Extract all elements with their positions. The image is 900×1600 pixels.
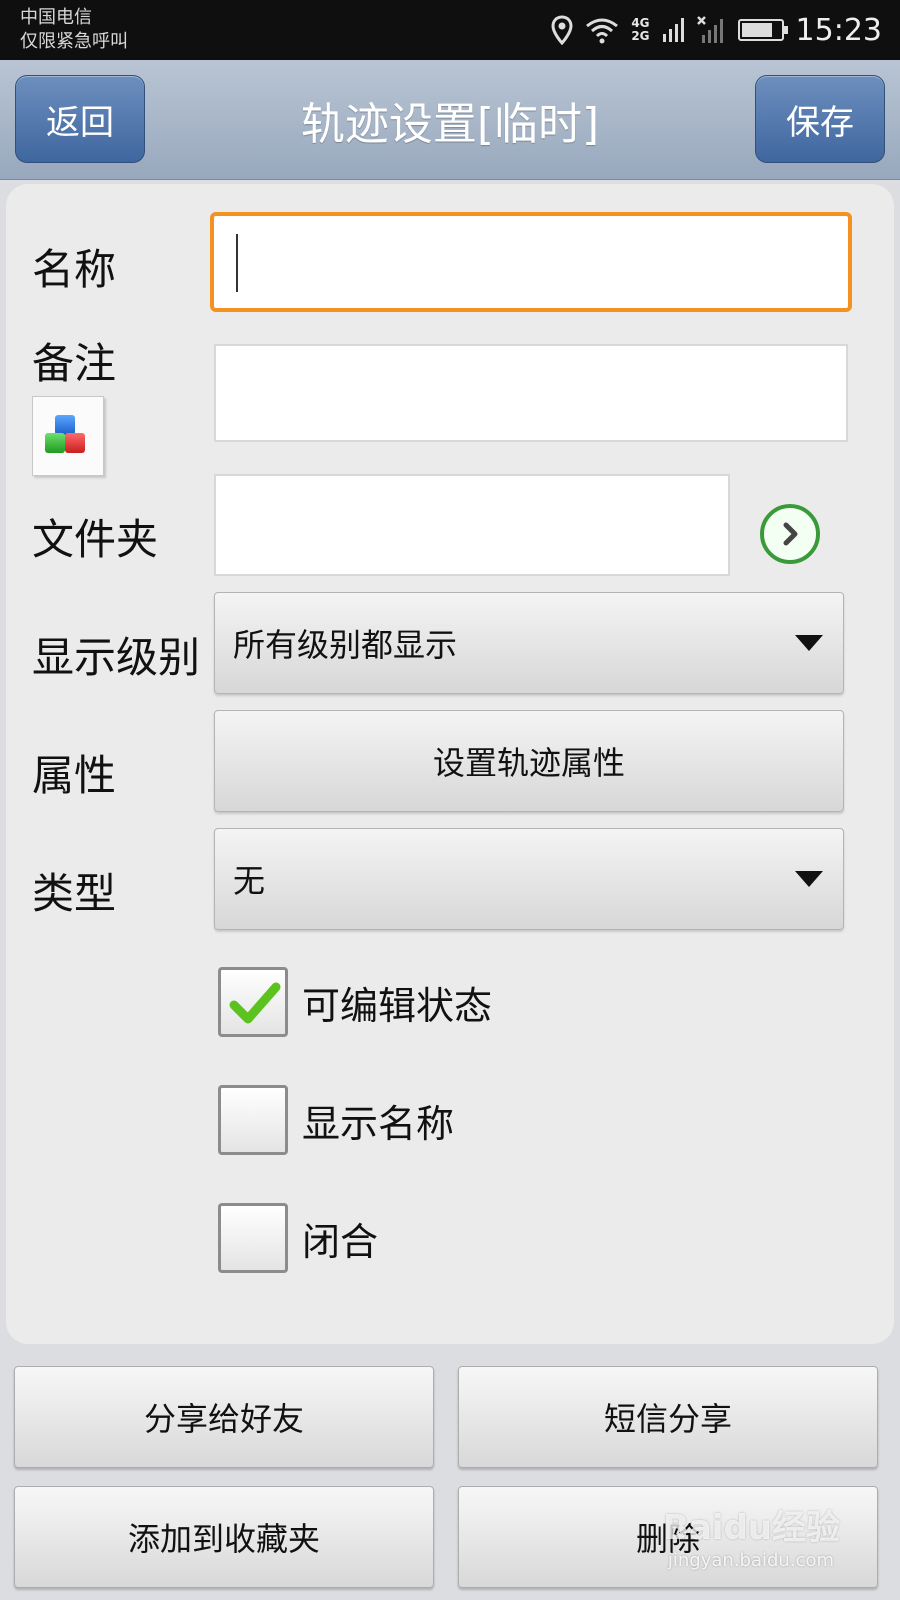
closed-checkbox-label: 闭合 bbox=[302, 1219, 379, 1264]
editable-checkbox[interactable] bbox=[218, 967, 288, 1037]
show-name-checkbox-row[interactable]: 显示名称 bbox=[218, 1084, 454, 1156]
watermark-url: jingyan.baidu.com bbox=[667, 1550, 834, 1571]
type-value: 无 bbox=[233, 862, 266, 900]
wifi-icon bbox=[586, 18, 619, 44]
carrier-info: 中国电信 仅限紧急呼叫 bbox=[20, 6, 128, 54]
text-caret bbox=[236, 234, 238, 292]
closed-checkbox[interactable] bbox=[218, 1203, 288, 1273]
note-input[interactable] bbox=[214, 344, 848, 442]
status-bar: 中国电信 仅限紧急呼叫 4G 2G 15:23 bbox=[0, 0, 900, 60]
type-dropdown[interactable]: 无 bbox=[214, 828, 844, 930]
track-settings-form: 名称 备注 文件夹 显示级别 所有级别都显示 属性 设置轨迹属性 类型 无 可编… bbox=[6, 184, 894, 1344]
folder-select-arrow-icon[interactable] bbox=[760, 504, 820, 564]
status-time: 15:23 bbox=[795, 12, 882, 48]
red-cube bbox=[65, 433, 85, 453]
type-label: 类型 bbox=[32, 869, 117, 918]
show-name-checkbox[interactable] bbox=[218, 1085, 288, 1155]
editable-checkbox-row[interactable]: 可编辑状态 bbox=[218, 966, 492, 1038]
carrier-name: 中国电信 bbox=[20, 7, 92, 28]
add-to-favorites-button[interactable]: 添加到收藏夹 bbox=[14, 1486, 434, 1588]
insert-object-icon[interactable] bbox=[32, 396, 104, 476]
editable-checkbox-label: 可编辑状态 bbox=[302, 983, 493, 1028]
folder-input[interactable] bbox=[214, 474, 730, 576]
checkmark-icon bbox=[229, 982, 281, 1024]
show-name-checkbox-label: 显示名称 bbox=[302, 1101, 455, 1146]
note-label: 备注 bbox=[32, 339, 117, 388]
sms-share-button[interactable]: 短信分享 bbox=[458, 1366, 878, 1468]
attributes-label: 属性 bbox=[32, 751, 117, 800]
set-track-attributes-button[interactable]: 设置轨迹属性 bbox=[214, 710, 844, 812]
dropdown-arrow-icon bbox=[795, 871, 823, 887]
green-cube bbox=[45, 433, 65, 453]
status-icons: 4G 2G 15:23 bbox=[551, 10, 882, 50]
emergency-only-text: 仅限紧急呼叫 bbox=[20, 31, 128, 52]
closed-checkbox-row[interactable]: 闭合 bbox=[218, 1202, 378, 1274]
save-button[interactable]: 保存 bbox=[755, 75, 885, 163]
folder-label: 文件夹 bbox=[32, 515, 159, 564]
share-to-friend-button[interactable]: 分享给好友 bbox=[14, 1366, 434, 1468]
display-level-label: 显示级别 bbox=[32, 633, 201, 682]
display-level-dropdown[interactable]: 所有级别都显示 bbox=[214, 592, 844, 694]
dropdown-arrow-icon bbox=[795, 635, 823, 651]
name-input[interactable] bbox=[210, 212, 852, 312]
blue-cube bbox=[55, 415, 75, 435]
no-signal-icon bbox=[696, 16, 723, 43]
name-label: 名称 bbox=[32, 245, 117, 294]
network-type-indicator: 4G 2G bbox=[631, 17, 649, 43]
title-bar: 返回 轨迹设置[临时] 保存 bbox=[0, 60, 900, 180]
back-button[interactable]: 返回 bbox=[15, 75, 145, 163]
battery-icon bbox=[737, 19, 788, 41]
page-title: 轨迹设置[临时] bbox=[300, 99, 600, 150]
network-type-2g: 2G bbox=[631, 29, 650, 43]
display-level-value: 所有级别都显示 bbox=[233, 626, 458, 664]
signal-strength-icon bbox=[662, 18, 684, 42]
location-icon bbox=[551, 15, 573, 45]
watermark-logo: Baidu经验 bbox=[662, 1508, 840, 1548]
